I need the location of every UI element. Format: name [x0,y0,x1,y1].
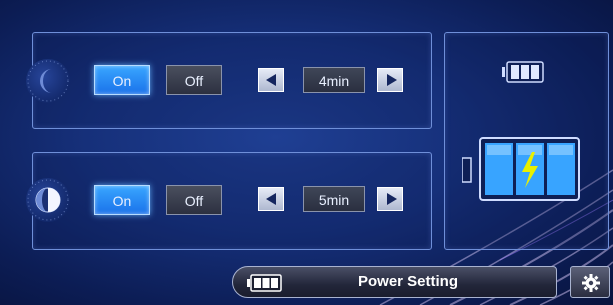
row2-value: 5min [303,186,365,212]
row2-decrease-button[interactable] [258,187,284,211]
row1-off-button[interactable]: Off [166,65,222,95]
dim-timer-row-panel [32,152,432,250]
arrow-left-icon [266,74,276,86]
arrow-right-icon [387,193,397,205]
sleep-timer-row-panel [32,32,432,129]
page-title: Power Setting [358,273,459,290]
battery-icon [247,274,282,292]
power-setting-screen: On Off 4min On Off 5min Power Setting [0,0,613,305]
arrow-left-icon [266,193,276,205]
row1-value: 4min [303,67,365,93]
row1-increase-button[interactable] [377,68,403,92]
half-moon-icon [26,178,70,222]
row1-on-button[interactable]: On [94,65,150,95]
row2-off-button[interactable]: Off [166,185,222,215]
moon-icon [26,59,70,103]
settings-button[interactable] [570,266,610,298]
row2-increase-button[interactable] [377,187,403,211]
gear-icon [582,274,600,292]
row1-decrease-button[interactable] [258,68,284,92]
power-setting-bar[interactable]: Power Setting [232,266,557,298]
row2-on-button[interactable]: On [94,185,150,215]
arrow-right-icon [387,74,397,86]
battery-charging-icon [462,137,580,201]
battery-small-icon [502,61,544,83]
